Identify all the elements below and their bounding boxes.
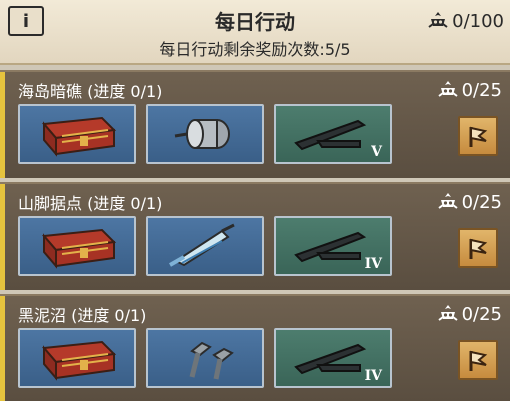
go-button[interactable] bbox=[458, 116, 498, 156]
crate-icon bbox=[41, 228, 117, 269]
reward-slot-crate[interactable] bbox=[18, 216, 136, 276]
header-bar: i 每日行动 每日行动剩余奖励次数:5/5 0/100 bbox=[0, 0, 510, 65]
reward-slot-gun-part[interactable]: V bbox=[274, 104, 392, 164]
task-card-island-reef: 海岛暗礁 (进度 0/1) 0/25 V bbox=[0, 70, 510, 178]
task-points-value: 0/25 bbox=[461, 79, 502, 101]
reward-slot-crate[interactable] bbox=[18, 328, 136, 388]
task-accent-bar bbox=[0, 296, 5, 401]
reward-slot-gun-part[interactable]: IV bbox=[274, 216, 392, 276]
points-icon bbox=[437, 193, 458, 209]
flag-icon bbox=[469, 126, 488, 147]
reward-slot-syringe[interactable] bbox=[146, 216, 264, 276]
task-title: 山脚据点 (进度 0/1) bbox=[18, 194, 163, 213]
total-points: 0/100 bbox=[427, 8, 504, 34]
task-points-value: 0/25 bbox=[461, 303, 502, 325]
task-card-mountain-base: 山脚据点 (进度 0/1) 0/25 IV bbox=[0, 182, 510, 290]
reward-slot-motor[interactable] bbox=[146, 104, 264, 164]
task-accent-bar bbox=[0, 184, 5, 290]
points-icon bbox=[428, 12, 448, 28]
go-button[interactable] bbox=[458, 228, 498, 268]
points-icon bbox=[437, 81, 458, 97]
points-icon bbox=[437, 305, 458, 321]
flag-icon bbox=[469, 238, 488, 259]
motor-icon bbox=[174, 119, 230, 149]
crate-icon bbox=[41, 340, 117, 381]
flag-icon bbox=[469, 350, 488, 371]
reward-slot-bolts[interactable] bbox=[146, 328, 264, 388]
task-points: 0/25 bbox=[437, 300, 502, 328]
task-title: 海岛暗礁 (进度 0/1) bbox=[18, 82, 163, 101]
task-points: 0/25 bbox=[437, 188, 502, 216]
syringe-icon bbox=[169, 223, 235, 267]
remaining-rewards-text: 每日行动剩余奖励次数:5/5 bbox=[159, 40, 351, 59]
task-card-black-swamp: 黑泥沼 (进度 0/1) 0/25 IV bbox=[0, 294, 510, 401]
go-button[interactable] bbox=[458, 340, 498, 380]
task-accent-bar bbox=[0, 72, 5, 178]
bolts-icon bbox=[189, 341, 234, 380]
reward-slot-gun-part[interactable]: IV bbox=[274, 328, 392, 388]
reward-slot-crate[interactable] bbox=[18, 104, 136, 164]
tier-label: V bbox=[371, 144, 382, 160]
task-points: 0/25 bbox=[437, 76, 502, 104]
tier-label: IV bbox=[364, 368, 382, 384]
task-title: 黑泥沼 (进度 0/1) bbox=[18, 306, 147, 325]
tier-label: IV bbox=[364, 256, 382, 272]
task-points-value: 0/25 bbox=[461, 191, 502, 213]
total-points-value: 0/100 bbox=[452, 10, 504, 32]
crate-icon bbox=[41, 116, 117, 157]
gun-part-icon bbox=[294, 119, 367, 151]
